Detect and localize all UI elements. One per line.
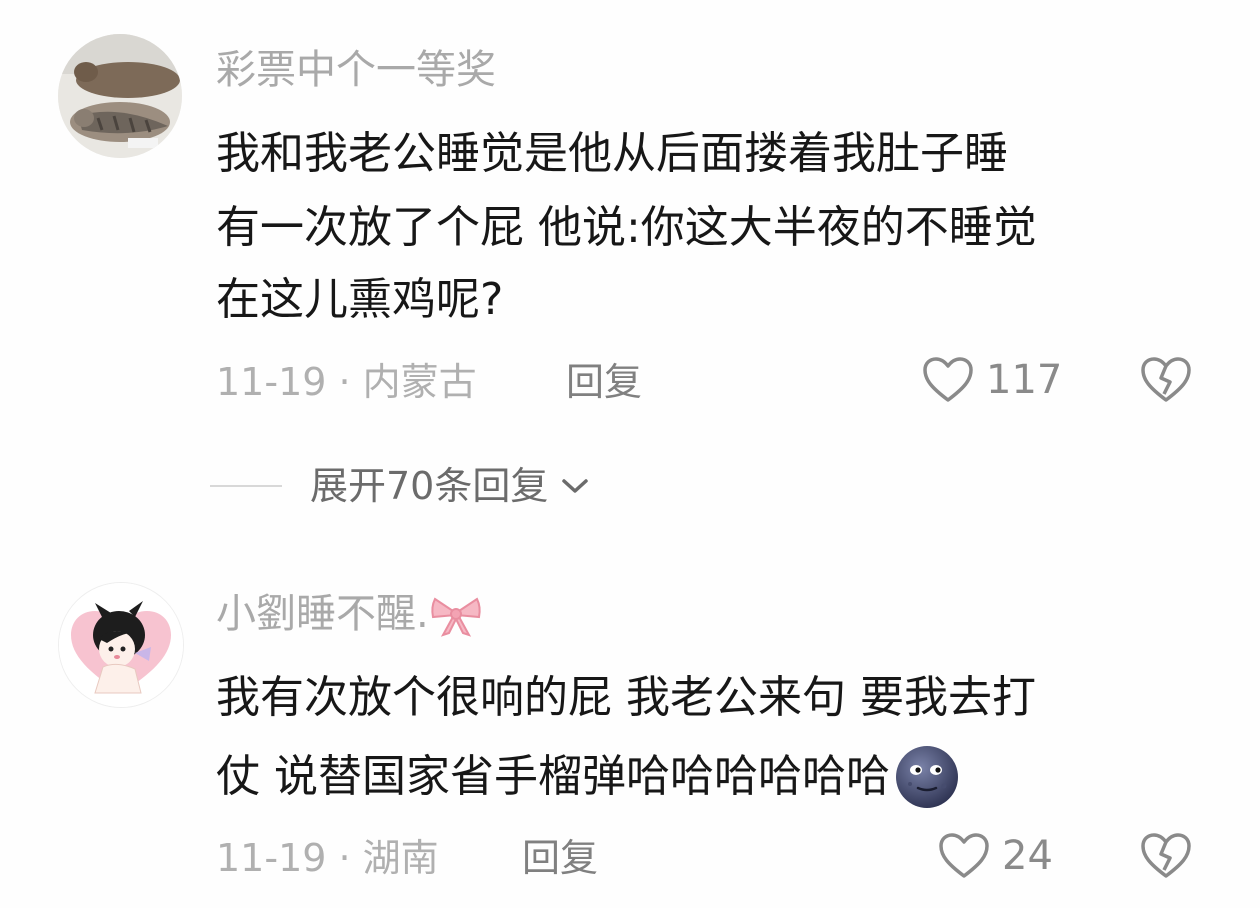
heart-icon [939, 833, 989, 878]
comment-text-line: 我和我老公睡觉是他从后面搂着我肚子睡 [216, 128, 1008, 179]
cartoon-girl-avatar-icon [59, 583, 183, 707]
broken-heart-icon [1141, 833, 1191, 878]
username-text: 小劉睡不醒. [216, 591, 429, 637]
comment-meta: 11-19 · 内蒙古 [216, 360, 477, 404]
dislike-button[interactable] [1140, 356, 1192, 408]
comment-text-line: 我有次放个很响的屁 我老公来句 要我去打 [216, 672, 1036, 723]
username[interactable]: 小劉睡不醒. [216, 590, 483, 639]
broken-heart-icon [1141, 357, 1191, 402]
heart-icon [923, 357, 973, 402]
reply-button[interactable]: 回复 [522, 834, 598, 882]
avatar[interactable] [58, 34, 182, 158]
comment-text-line: 仗 说替国家省手榴弹哈哈哈哈哈哈 [216, 742, 962, 812]
reply-button[interactable]: 回复 [566, 358, 642, 406]
expand-replies-button[interactable]: 展开70条回复 [210, 462, 592, 510]
avatar[interactable] [58, 582, 184, 708]
comment-text-line: 在这儿熏鸡呢? [216, 274, 504, 325]
like-button[interactable]: 117 [922, 356, 1062, 404]
username[interactable]: 彩票中个一等奖 [216, 46, 496, 94]
like-count: 24 [1002, 833, 1053, 879]
comment-text-line: 有一次放了个屁 他说:你这大半夜的不睡觉 [216, 202, 1037, 253]
comment-meta: 11-19 · 湖南 [216, 836, 439, 880]
chevron-down-icon [562, 479, 589, 493]
cat-photo-avatar-icon [58, 34, 182, 158]
expand-replies-label: 展开70条回复 [310, 464, 549, 508]
dislike-button[interactable] [1140, 832, 1192, 884]
new-moon-face-emoji-icon [896, 746, 958, 808]
divider [210, 485, 282, 487]
like-button[interactable]: 24 [938, 832, 1053, 880]
bow-emoji-icon [431, 597, 481, 637]
like-count: 117 [986, 357, 1063, 403]
comment-text: 仗 说替国家省手榴弹哈哈哈哈哈哈 [216, 751, 890, 802]
